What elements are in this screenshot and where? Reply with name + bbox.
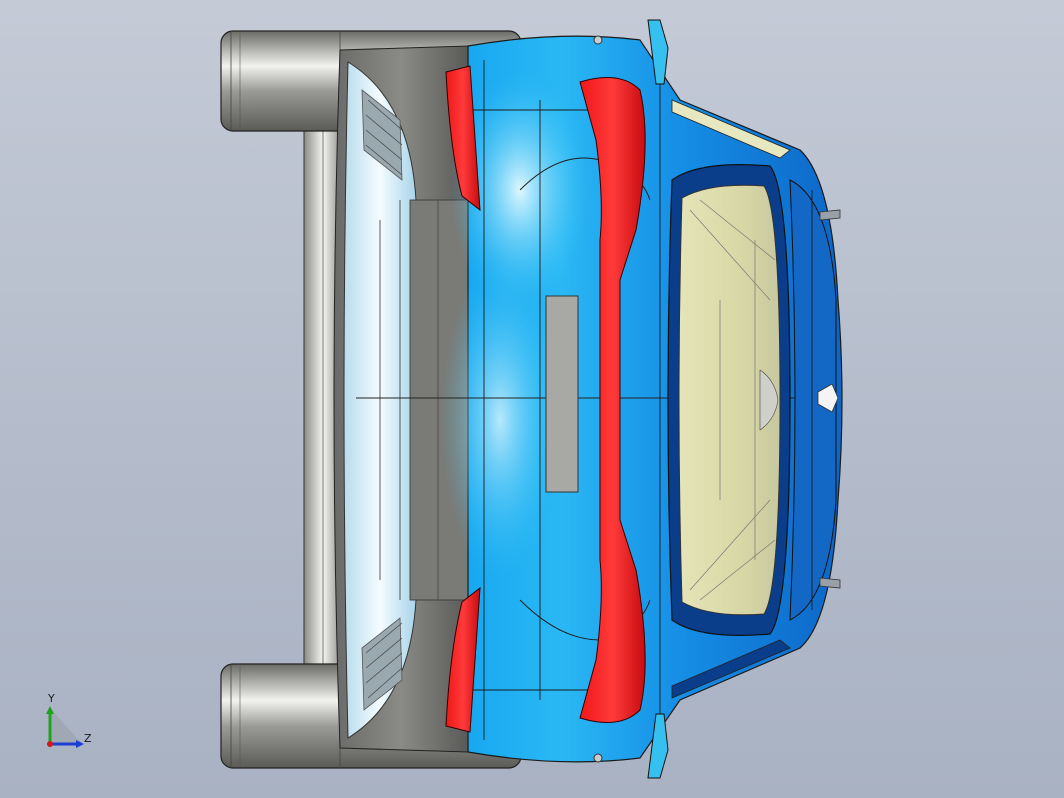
axis-y-label: Y <box>48 692 55 705</box>
graphics-viewport[interactable]: Y Z <box>0 0 1064 798</box>
axis-z-label: Z <box>84 732 92 745</box>
axis-triad: Y Z <box>38 692 98 758</box>
license-plate <box>545 295 579 493</box>
car-model[interactable] <box>0 0 1064 798</box>
